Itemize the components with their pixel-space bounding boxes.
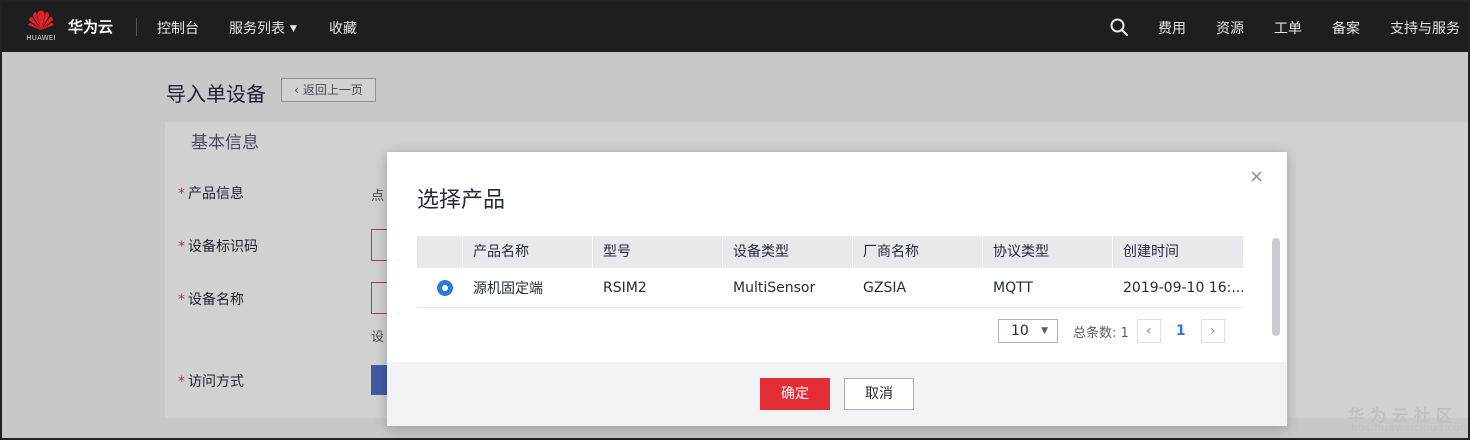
brand-name[interactable]: 华为云 (68, 16, 113, 37)
scrollbar[interactable] (1272, 238, 1280, 336)
page-size-select[interactable]: 10 ▼ (998, 319, 1058, 343)
cell-device-type: MultiSensor (733, 279, 816, 296)
search-icon[interactable] (1110, 18, 1128, 36)
close-icon[interactable]: × (1249, 166, 1264, 187)
huawei-flower-icon (28, 10, 54, 31)
caret-down-icon: ▼ (1041, 326, 1048, 336)
nav-billing[interactable]: 费用 (1158, 18, 1186, 38)
nav-console[interactable]: 控制台 (157, 18, 199, 38)
column-header-device-type: 设备类型 (723, 236, 853, 268)
page-number[interactable]: 1 (1169, 319, 1193, 343)
cell-vendor: GZSIA (863, 279, 907, 296)
nav-filing[interactable]: 备案 (1332, 18, 1360, 38)
total-count: 总条数: 1 (1073, 325, 1129, 341)
column-header-model: 型号 (593, 236, 723, 268)
nav-service-list-label: 服务列表 (229, 21, 285, 37)
app-window: HUAWEI 华为云 控制台 服务列表 ▼ 收藏 费用 资源 工单 备案 支持与服… (0, 0, 1470, 440)
table-row[interactable]: 源机固定端 RSIM2 MultiSensor GZSIA MQTT 2019-… (417, 268, 1243, 308)
column-header-vendor: 厂商名称 (853, 236, 983, 268)
cell-created: 2019-09-10 16:... (1123, 279, 1243, 296)
next-page-button[interactable]: › (1200, 319, 1225, 343)
nav-favorites[interactable]: 收藏 (329, 18, 357, 38)
column-header-protocol: 协议类型 (983, 236, 1113, 268)
nav-service-list[interactable]: 服务列表 ▼ (229, 18, 297, 38)
huawei-logo[interactable]: HUAWEI (24, 10, 58, 44)
nav-divider (136, 18, 137, 36)
dialog-title: 选择产品 (417, 188, 506, 213)
column-header-created: 创建时间 (1123, 244, 1179, 260)
cell-model: RSIM2 (603, 279, 647, 296)
watermark-url: bbs.huaweicloud.com (1351, 421, 1470, 434)
pagination: 10 ▼ 总条数: 1 ‹ 1 › (998, 318, 1225, 344)
radio-selected[interactable] (437, 279, 453, 296)
nav-support[interactable]: 支持与服务 (1390, 18, 1460, 38)
column-header-name: 产品名称 (463, 236, 593, 268)
dialog-footer: 确定 取消 (387, 362, 1287, 426)
caret-down-icon: ▼ (290, 24, 297, 34)
select-column-header (417, 236, 463, 268)
table-header: 产品名称 型号 设备类型 厂商名称 协议类型 创建时间 (417, 236, 1243, 268)
confirm-button[interactable]: 确定 (760, 378, 830, 410)
cell-protocol: MQTT (993, 279, 1033, 296)
cell-name: 源机固定端 (473, 280, 543, 297)
top-nav: HUAWEI 华为云 控制台 服务列表 ▼ 收藏 费用 资源 工单 备案 支持与服… (2, 2, 1468, 52)
page-size-value: 10 (1011, 323, 1029, 339)
product-table: 产品名称 型号 设备类型 厂商名称 协议类型 创建时间 源机固定端 RSIM2 … (417, 236, 1243, 308)
cancel-button[interactable]: 取消 (844, 378, 914, 410)
select-product-dialog: 选择产品 × 产品名称 型号 设备类型 厂商名称 协议类型 创建时间 源机固定端… (387, 152, 1287, 426)
nav-resources[interactable]: 资源 (1216, 18, 1244, 38)
nav-tickets[interactable]: 工单 (1274, 18, 1302, 38)
row-select-cell (417, 279, 463, 296)
logo-text: HUAWEI (26, 34, 56, 42)
prev-page-button[interactable]: ‹ (1136, 319, 1161, 343)
